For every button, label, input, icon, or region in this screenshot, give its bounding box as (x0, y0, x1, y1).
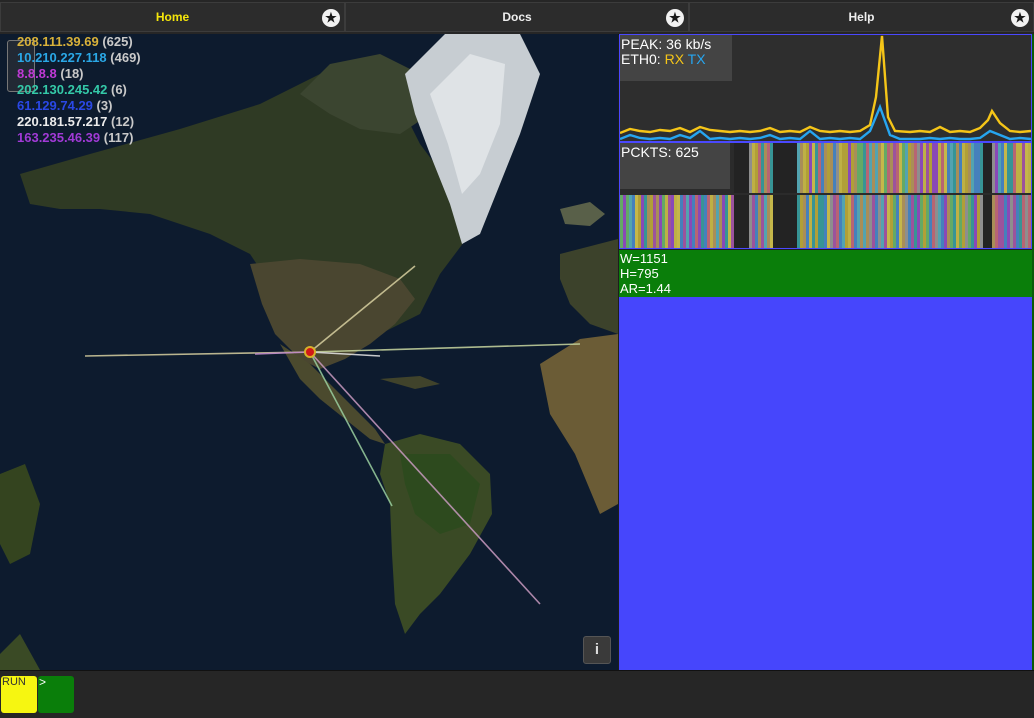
legend-item[interactable]: 208.111.39.69 (625) (17, 34, 141, 50)
legend-count: (469) (110, 50, 141, 65)
legend-item[interactable]: 10.210.227.118 (469) (17, 50, 141, 66)
legend-count: (625) (102, 34, 133, 49)
legend-ip: 10.210.227.118 (17, 50, 107, 65)
run-button[interactable]: RUN (1, 676, 37, 713)
iface-legend: ETH0: RX TX (621, 52, 732, 67)
legend-ip: 163.235.46.39 (17, 130, 101, 145)
packet-count: PCKTS: 625 (621, 144, 699, 160)
legend-item[interactable]: 202.130.245.42 (6) (17, 82, 141, 98)
window-aspect: AR=1.44 (620, 281, 671, 296)
star-icon[interactable]: ★ (666, 9, 684, 27)
rx-legend: RX (664, 51, 685, 67)
star-icon[interactable]: ★ (322, 9, 340, 27)
packet-count-label: PCKTS: 625 (620, 143, 730, 189)
legend-count: (12) (111, 114, 135, 129)
legend-item[interactable]: 8.8.8.8 (18) (17, 66, 141, 82)
info-button-label: i (594, 641, 600, 658)
tab-home-label: Home (155, 10, 190, 24)
legend-ip: 61.129.74.29 (17, 98, 93, 113)
legend-count: (3) (96, 98, 113, 113)
run-label: RUN (2, 676, 26, 688)
legend-ip: 208.111.39.69 (17, 34, 99, 49)
legend-item[interactable]: 61.129.74.29 (3) (17, 98, 141, 114)
legend-item[interactable]: 220.181.57.217 (12) (17, 114, 141, 130)
legend-item[interactable]: 163.235.46.39 (117) (17, 130, 141, 146)
window-info: W=1151 H=795 AR=1.44 (619, 250, 1032, 297)
window-height: H=795 (620, 266, 659, 281)
legend-ip: 8.8.8.8 (17, 66, 57, 81)
bandwidth-graph: PEAK: 36 kb/s ETH0: RX TX (619, 34, 1032, 142)
window-width: W=1151 (620, 251, 668, 266)
tab-help-label: Help (848, 10, 875, 24)
command-bar: RUN > (0, 670, 1034, 718)
tab-home[interactable]: Home ★ (0, 2, 345, 32)
tx-legend: TX (687, 51, 706, 67)
command-input[interactable]: > (38, 676, 74, 713)
ip-legend: 208.111.39.69 (625) 10.210.227.118 (469)… (17, 34, 141, 146)
peak-rate: PEAK: 36 kb/s (621, 36, 712, 52)
info-icon[interactable]: i (583, 636, 611, 664)
world-map[interactable]: 208.111.39.69 (625) 10.210.227.118 (469)… (0, 34, 618, 670)
packet-visualizer: PCKTS: 625 (619, 142, 1032, 249)
iface-name: ETH0: (621, 51, 661, 67)
legend-ip: 202.130.245.42 (17, 82, 108, 97)
bandwidth-label: PEAK: 36 kb/s ETH0: RX TX (620, 35, 732, 81)
blue-panel (619, 297, 1032, 670)
tab-docs[interactable]: Docs ★ (345, 2, 689, 32)
star-icon[interactable]: ★ (1011, 9, 1029, 27)
legend-count: (117) (103, 130, 134, 145)
legend-count: (6) (111, 82, 127, 97)
prompt-symbol: > (39, 675, 47, 689)
legend-ip: 220.181.57.217 (17, 114, 108, 129)
tab-help[interactable]: Help ★ (689, 2, 1034, 32)
tab-docs-label: Docs (502, 10, 532, 24)
top-nav: Home ★ Docs ★ Help ★ (0, 0, 1034, 35)
legend-count: (18) (60, 66, 84, 81)
